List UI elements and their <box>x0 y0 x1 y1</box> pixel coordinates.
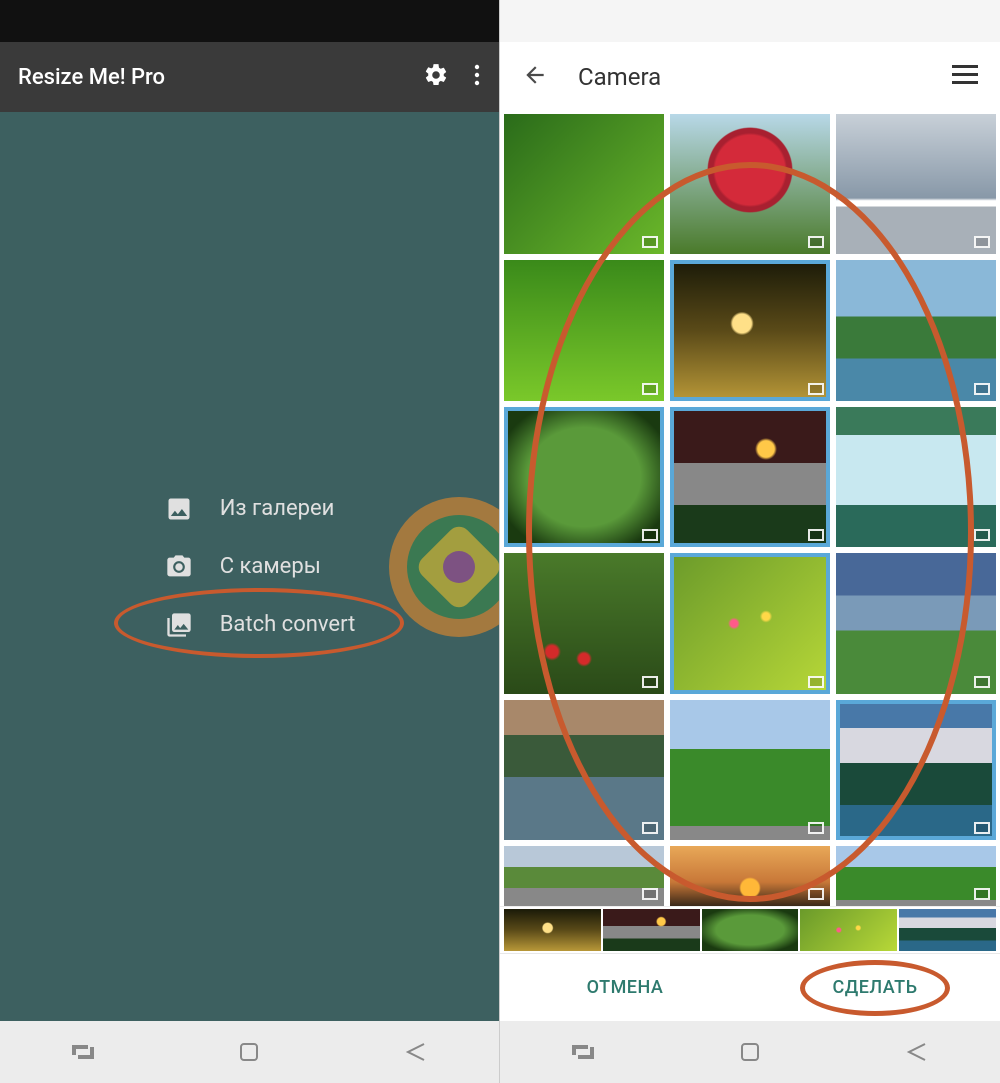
thumbnail-golf-course[interactable] <box>670 700 830 840</box>
menu-item-gallery[interactable]: Из галереи <box>164 494 356 524</box>
strip-thumbnail[interactable] <box>899 909 996 951</box>
watermark-logo <box>389 497 499 637</box>
cancel-label: ОТМЕНА <box>587 977 664 998</box>
size-badge-icon <box>808 236 824 248</box>
size-badge-icon <box>808 529 824 541</box>
size-badge-icon <box>808 676 824 688</box>
settings-icon[interactable] <box>423 62 449 92</box>
size-badge-icon <box>974 888 990 900</box>
android-navbar <box>0 1021 499 1083</box>
size-badge-icon <box>642 676 658 688</box>
thumbnail-lake-mountains[interactable] <box>836 260 996 400</box>
picker-body: ОТМЕНА СДЕЛАТЬ <box>500 112 1000 1021</box>
status-bar <box>0 0 499 42</box>
thumbnail-green-leaves[interactable] <box>504 260 664 400</box>
thumbnail-sunset[interactable] <box>670 846 830 906</box>
main-menu-area: Из галереи С камеры Batch convert <box>0 112 499 1021</box>
strip-thumbnail[interactable] <box>504 909 601 951</box>
thumbnail-architecture[interactable] <box>836 114 996 254</box>
size-badge-icon <box>974 383 990 395</box>
batch-convert-icon <box>164 610 194 640</box>
overflow-menu-icon[interactable] <box>473 63 481 91</box>
bottom-button-bar: ОТМЕНА СДЕЛАТЬ <box>500 953 1000 1021</box>
thumbnail-raspberry[interactable] <box>670 114 830 254</box>
thumbnail-stormy-field[interactable] <box>836 553 996 693</box>
cancel-button[interactable]: ОТМЕНА <box>500 954 750 1021</box>
menu-item-camera[interactable]: С камеры <box>164 552 356 582</box>
size-badge-icon <box>642 236 658 248</box>
thumbnail-flowers-field[interactable] <box>670 553 830 693</box>
thumbnail-river-reflection[interactable] <box>504 700 664 840</box>
picker-title: Camera <box>578 63 952 91</box>
size-badge-icon <box>974 529 990 541</box>
camera-icon <box>164 552 194 582</box>
app-bar: Resize Me! Pro <box>0 42 499 112</box>
app-title: Resize Me! Pro <box>18 65 423 90</box>
nav-home-button[interactable] <box>736 1038 764 1066</box>
thumbnail-moonrise[interactable] <box>670 407 830 547</box>
size-badge-icon <box>808 822 824 834</box>
strip-thumbnail[interactable] <box>702 909 799 951</box>
back-arrow-icon[interactable] <box>522 62 548 92</box>
screen-left-main: Resize Me! Pro <box>0 0 500 1083</box>
thumbnail-waterfall[interactable] <box>836 407 996 547</box>
picker-app-bar: Camera <box>500 42 1000 112</box>
thumbnail-night-tree[interactable] <box>670 260 830 400</box>
size-badge-icon <box>808 383 824 395</box>
size-badge-icon <box>642 383 658 395</box>
thumbnail-road-trees[interactable] <box>504 846 664 906</box>
done-label: СДЕЛАТЬ <box>833 977 918 998</box>
menu-item-batch[interactable]: Batch convert <box>164 610 356 640</box>
thumbnail-valley[interactable] <box>836 846 996 906</box>
thumbnail-strawberries[interactable] <box>504 553 664 693</box>
size-badge-icon <box>974 236 990 248</box>
menu-label-camera: С камеры <box>220 554 321 579</box>
nav-back-button[interactable] <box>402 1038 430 1066</box>
image-icon <box>164 494 194 524</box>
main-menu: Из галереи С камеры Batch convert <box>144 494 356 640</box>
android-navbar <box>500 1021 1000 1083</box>
strip-thumbnail[interactable] <box>800 909 897 951</box>
thumbnail-mountain-lake[interactable] <box>836 700 996 840</box>
status-bar <box>500 0 1000 42</box>
size-badge-icon <box>642 529 658 541</box>
screen-right-picker: Camera ОТМЕНА СДЕЛАТЬ <box>500 0 1000 1083</box>
done-button[interactable]: СДЕЛАТЬ <box>750 954 1000 1021</box>
selection-strip <box>500 906 1000 953</box>
dual-screenshot-container: Resize Me! Pro <box>0 0 1000 1083</box>
strip-thumbnail[interactable] <box>603 909 700 951</box>
image-grid[interactable] <box>500 112 1000 906</box>
menu-label-gallery: Из галереи <box>220 496 335 521</box>
size-badge-icon <box>642 822 658 834</box>
size-badge-icon <box>974 822 990 834</box>
size-badge-icon <box>974 676 990 688</box>
menu-icon[interactable] <box>952 65 978 89</box>
size-badge-icon <box>642 888 658 900</box>
thumbnail-leaf-plant[interactable] <box>504 407 664 547</box>
menu-label-batch: Batch convert <box>220 612 356 637</box>
nav-recents-button[interactable] <box>69 1038 97 1066</box>
thumbnail-grass-macro[interactable] <box>504 114 664 254</box>
nav-recents-button[interactable] <box>569 1038 597 1066</box>
size-badge-icon <box>808 888 824 900</box>
nav-back-button[interactable] <box>903 1038 931 1066</box>
nav-home-button[interactable] <box>235 1038 263 1066</box>
